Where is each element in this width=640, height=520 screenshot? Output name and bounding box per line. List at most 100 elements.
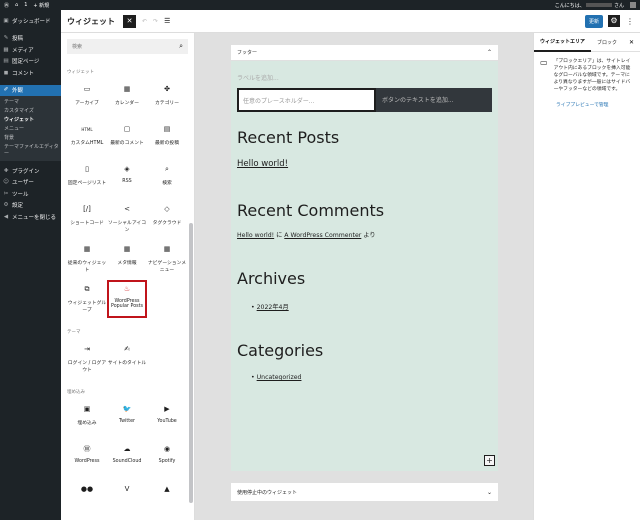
block-icon: ⇥: [84, 345, 90, 353]
submenu-menus[interactable]: メニュー: [0, 125, 61, 134]
appearance-submenu: テーマ カスタマイズ ウィジェット メニュー 背景 テーマファイルエディター: [0, 96, 61, 161]
chevron-up-icon[interactable]: ⌃: [487, 49, 492, 56]
block-item[interactable]: ☁ SoundCloud: [107, 443, 147, 483]
undo-icon[interactable]: ↶: [142, 18, 147, 25]
block-item[interactable]: V: [107, 483, 147, 520]
redo-icon[interactable]: ↷: [153, 18, 158, 25]
wp-widgets-screen: Ⓦ ⌂ 1 + 新規 こんにちは、 さん ▣ ダッシュボード ✎ 投稿 ▦ メディア …: [0, 0, 640, 520]
sidebar-item-settings[interactable]: ⚙ 設定: [0, 200, 61, 212]
block-icon: ▲: [164, 485, 170, 493]
widget-area-header[interactable]: フッター ⌃: [231, 45, 498, 61]
category-link[interactable]: Uncategorized: [257, 374, 302, 381]
block-item[interactable]: ▦ カレンダー: [107, 83, 147, 123]
archives-heading: Archives: [237, 269, 306, 288]
block-item[interactable]: ⇥ ログイン / ログアウト: [67, 343, 107, 383]
wrench-icon: ✂: [3, 190, 9, 197]
block-item[interactable]: ◇ タグクラウド: [147, 203, 187, 243]
block-icon: ▦: [163, 245, 171, 253]
block-item[interactable]: Ⓦ WordPress: [67, 443, 107, 483]
search-label[interactable]: ラベルを追加...: [237, 73, 492, 82]
block-icon: ⧉: [84, 285, 90, 293]
block-item[interactable]: ▦ ナビゲーションメニュー: [147, 243, 187, 283]
block-icon: ◉: [163, 445, 171, 453]
block-item[interactable]: ▲: [147, 483, 187, 520]
submenu-background[interactable]: 背景: [0, 134, 61, 143]
block-item[interactable]: HTML カスタムHTML: [67, 123, 107, 163]
tab-widget-area[interactable]: ウィジェットエリア: [534, 33, 592, 52]
list-view-icon[interactable]: ☰: [164, 17, 170, 25]
block-icon: [/]: [83, 205, 91, 213]
update-button[interactable]: 更新: [584, 14, 603, 28]
block-item[interactable]: ◈ RSS: [107, 163, 147, 203]
block-icon: ✤: [164, 85, 170, 93]
search-input[interactable]: 検索 ⌕: [67, 39, 188, 54]
block-label: YouTube: [157, 419, 177, 424]
embed-blocks-grid: ▣ 埋め込み 🐦 Twitter ▶ YouTube Ⓦ WordPress ☁ SoundClo…: [67, 403, 194, 520]
block-icon: ◈: [124, 165, 130, 173]
sidebar-item-collapse[interactable]: ◀ メニューを閉じる: [0, 211, 61, 223]
gear-icon[interactable]: ⚙: [608, 15, 620, 27]
wp-logo-icon[interactable]: Ⓦ: [4, 2, 9, 9]
comment-post-link[interactable]: Hello world!: [237, 232, 274, 239]
close-inserter-button[interactable]: ✕: [123, 14, 136, 28]
sidebar-item-comments[interactable]: ◼ コメント: [0, 67, 61, 79]
block-item[interactable]: ◉ Spotify: [147, 443, 187, 483]
archive-link[interactable]: 2022年4月: [257, 304, 289, 311]
updates-count[interactable]: 1: [24, 2, 27, 8]
add-block-button[interactable]: +: [484, 455, 495, 466]
sidebar-item-dashboard[interactable]: ▣ ダッシュボード: [0, 15, 61, 27]
block-label: 従来のウィジェット: [67, 261, 107, 273]
redacted-username: [586, 3, 613, 7]
block-item[interactable]: ▯ 固定ページリスト: [67, 163, 107, 203]
home-icon[interactable]: ⌂: [15, 2, 18, 8]
recent-comments-heading: Recent Comments: [237, 201, 385, 220]
sidebar-item-pages[interactable]: ▤ 固定ページ: [0, 56, 61, 68]
block-item[interactable]: ✍ サイトのタイトル: [107, 343, 147, 383]
search-button[interactable]: ボタンのテキストを追加...: [376, 88, 492, 112]
block-item[interactable]: ▣ 埋め込み: [67, 403, 107, 443]
block-label: ナビゲーションメニュー: [147, 261, 187, 273]
submenu-widgets[interactable]: ウィジェット: [0, 116, 61, 125]
submenu-customize[interactable]: カスタマイズ: [0, 107, 61, 116]
comment-entry: Hello world! に A WordPress Commenter より: [237, 232, 376, 239]
sidebar-item-media[interactable]: ▦ メディア: [0, 44, 61, 56]
new-content-link[interactable]: + 新規: [33, 2, 49, 9]
tab-block[interactable]: ブロック: [591, 39, 623, 46]
live-preview-link[interactable]: ライブプレビューで管理: [556, 101, 640, 108]
block-item[interactable]: ♨ WordPress Popular Posts: [107, 280, 147, 318]
close-icon[interactable]: ✕: [629, 39, 634, 46]
submenu-themes[interactable]: テーマ: [0, 98, 61, 107]
block-item[interactable]: ▦ メタ情報: [107, 243, 147, 283]
block-item[interactable]: ✤ カテゴリー: [147, 83, 187, 123]
sidebar-item-users[interactable]: ☺ ユーザー: [0, 177, 61, 189]
block-item[interactable]: < ソーシャルアイコン: [107, 203, 147, 243]
inserter-scrollbar[interactable]: [189, 223, 193, 503]
block-item[interactable]: ▤ 最新の投稿: [147, 123, 187, 163]
user-greeting[interactable]: こんにちは、 さん: [555, 2, 624, 9]
block-item[interactable]: ▢ 最新のコメント: [107, 123, 147, 163]
avatar[interactable]: [630, 2, 636, 8]
block-item[interactable]: 🐦 Twitter: [107, 403, 147, 443]
widget-area-inactive[interactable]: 使用停止中のウィジェット ⌄: [231, 483, 498, 501]
commenter-link[interactable]: A WordPress Commenter: [284, 232, 361, 239]
block-icon: ◇: [164, 205, 170, 213]
more-options-icon[interactable]: ⋮: [626, 17, 634, 26]
block-item[interactable]: ▦ 従来のウィジェット: [67, 243, 107, 283]
block-icon: ●●: [80, 485, 94, 493]
sidebar-item-appearance[interactable]: ✐ 外観: [0, 84, 61, 96]
submenu-theme-file-editor[interactable]: テーマファイルエディター: [0, 143, 61, 159]
block-item[interactable]: ⧉ ウィジェットグループ: [67, 283, 107, 323]
post-link[interactable]: Hello world!: [237, 159, 288, 169]
block-item[interactable]: ⌕ 検索: [147, 163, 187, 203]
block-item[interactable]: ▭ アーカイブ: [67, 83, 107, 123]
chevron-down-icon[interactable]: ⌄: [487, 489, 492, 496]
block-item[interactable]: ●●: [67, 483, 107, 520]
block-label: 最新のコメント: [110, 141, 144, 146]
sidebar-item-tools[interactable]: ✂ ツール: [0, 188, 61, 200]
sidebar-item-plugins[interactable]: ✚ プラグイン: [0, 165, 61, 177]
search-field[interactable]: 任意のプレースホルダー...: [237, 88, 376, 112]
block-item[interactable]: ▶ YouTube: [147, 403, 187, 443]
block-item[interactable]: [/] ショートコード: [67, 203, 107, 243]
block-label: カスタムHTML: [70, 141, 104, 146]
sidebar-item-posts[interactable]: ✎ 投稿: [0, 33, 61, 45]
